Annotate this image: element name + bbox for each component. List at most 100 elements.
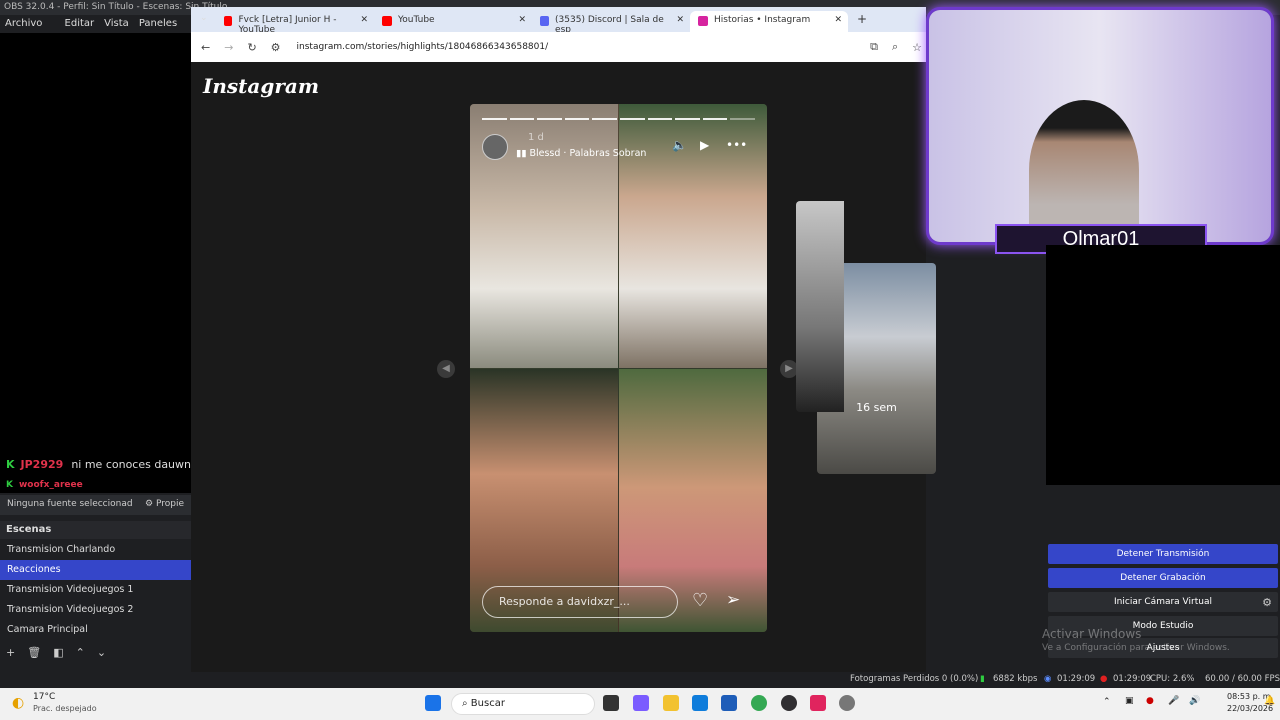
settings-icon[interactable] (839, 695, 855, 711)
tab-instagram[interactable]: Historias • Instagram ✕ (690, 11, 848, 32)
file-explorer-icon[interactable] (663, 695, 679, 711)
heart-icon[interactable]: ♡ (692, 590, 708, 611)
tiktok-icon[interactable] (810, 695, 826, 711)
mute-icon[interactable]: 🔈 (672, 138, 687, 152)
store-icon[interactable] (721, 695, 737, 711)
search-icon: ⌕ (462, 698, 471, 709)
forward-icon[interactable]: → (224, 41, 233, 54)
obs-preview-right (1046, 245, 1280, 485)
scene-toolbar: + 🗑 ◧ ⌃ ⌄ (0, 646, 191, 662)
chrome-icon[interactable] (751, 695, 767, 711)
tab-list-icon[interactable]: ⌄ (200, 13, 208, 23)
scene-item[interactable]: Camara Principal (0, 620, 191, 640)
menu-editar[interactable]: Editar (65, 15, 95, 33)
reload-icon[interactable]: ↻ (247, 41, 256, 54)
instagram-logo[interactable]: Instagram (203, 74, 319, 98)
stream-time: 01:29:09 (1057, 674, 1096, 684)
tab-strip: ⌄ Fvck [Letra] Junior H - YouTube ✕ YouTu… (191, 7, 926, 35)
no-source-label: Ninguna fuente seleccionad (7, 499, 133, 509)
chevron-down-icon[interactable]: ⌄ (97, 646, 106, 662)
obs-preview-left (0, 33, 191, 493)
menu-archivo[interactable]: Archivo (F) (5, 15, 55, 47)
back-icon[interactable]: ← (201, 41, 210, 54)
tab-youtube-song[interactable]: Fvck [Letra] Junior H - YouTube ✕ (216, 11, 374, 35)
address-bar[interactable]: instagram.com/stories/highlights/1804686… (297, 42, 549, 52)
story-viewer[interactable]: 1 d ▮▮ Blessd · Palabras Sobran 🔈 ▶ ••• … (470, 104, 767, 632)
signal-icon: ▮ (980, 674, 985, 684)
close-icon[interactable]: ✕ (518, 15, 526, 25)
volume-icon[interactable]: 🔊 (1189, 696, 1200, 706)
gear-icon[interactable]: ⚙ (1262, 596, 1272, 609)
scene-item-active[interactable]: Reacciones (0, 560, 191, 580)
task-view-icon[interactable] (603, 695, 619, 711)
install-icon[interactable]: ⧉ (870, 40, 878, 54)
streamer-image (1029, 100, 1139, 240)
tab-label: YouTube (398, 15, 435, 25)
chat-username: woofx_areee (18, 480, 83, 490)
trash-icon[interactable]: 🗑 (27, 646, 41, 662)
story-avatar[interactable] (482, 134, 508, 160)
stop-stream-button[interactable]: Detener Transmisión (1048, 544, 1278, 564)
tab-discord[interactable]: (3535) Discord | Sala de esp ✕ (532, 11, 690, 35)
instagram-icon (698, 16, 708, 26)
activate-windows-subtitle: Ve a Configuración para activar Windows. (1042, 643, 1230, 653)
next-story-thumb-partial[interactable] (796, 201, 844, 412)
music-icon: ▮▮ (516, 148, 530, 159)
chat-badge-icon: K (6, 480, 13, 490)
dropped-frames: Fotogramas Perdidos 0 (0.0%) (850, 674, 979, 684)
prev-story-icon[interactable]: ◀ (437, 360, 455, 378)
close-icon[interactable]: ✕ (360, 15, 368, 25)
obs-menu-bar: Archivo (F) Editar Vista Paneles (D) (0, 15, 191, 47)
chevron-up-icon[interactable]: ⌃ (1103, 697, 1111, 707)
search-label: Buscar (470, 698, 505, 709)
scene-item[interactable]: Transmision Videojuegos 2 (0, 600, 191, 620)
weather-desc[interactable]: Prac. despejado (33, 704, 97, 713)
story-time: 1 d (528, 132, 544, 143)
microphone-icon[interactable]: 🎤 (1168, 696, 1179, 706)
bitrate: 6882 kbps (993, 674, 1038, 684)
story-music[interactable]: ▮▮ Blessd · Palabras Sobran (516, 148, 646, 159)
browser-toolbar: ← → ↻ ⚙ instagram.com/stories/highlights… (191, 32, 926, 62)
menu-vista[interactable]: Vista (104, 15, 129, 33)
obs-icon[interactable] (781, 695, 797, 711)
add-icon[interactable]: + (6, 646, 15, 662)
tray-icon[interactable]: ▣ (1125, 696, 1134, 706)
scene-item[interactable]: Transmision Charlando (0, 540, 191, 560)
stream-icon: ◉ (1044, 674, 1052, 684)
chat-username: JP2929 (20, 458, 64, 471)
music-label: Blessd · Palabras Sobran (529, 148, 647, 159)
stop-record-button[interactable]: Detener Grabación (1048, 568, 1278, 588)
close-icon[interactable]: ✕ (676, 15, 684, 25)
send-icon[interactable]: ➢ (726, 590, 740, 610)
chevron-up-icon[interactable]: ⌃ (76, 646, 85, 662)
site-info-icon[interactable]: ⚙ (271, 41, 281, 54)
weather-icon[interactable]: ◐ (12, 695, 24, 711)
windows-start-icon[interactable] (425, 695, 441, 711)
zoom-icon[interactable]: ⌕ (892, 40, 898, 54)
youtube-icon (382, 16, 392, 26)
obs-tray-icon[interactable]: ● (1146, 696, 1154, 706)
close-icon[interactable]: ✕ (834, 15, 842, 25)
menu-paneles[interactable]: Paneles (D) (139, 15, 191, 47)
taskbar-search[interactable]: ⌕ Buscar (451, 693, 595, 715)
fps: 60.00 / 60.00 FPS (1205, 674, 1280, 684)
more-icon[interactable]: ••• (726, 138, 747, 152)
youtube-icon (224, 16, 233, 26)
edge-icon[interactable] (692, 695, 708, 711)
play-icon[interactable]: ▶ (700, 138, 709, 152)
properties-button[interactable]: ⚙ Propie (145, 499, 184, 511)
bookmark-icon[interactable]: ☆ (912, 41, 922, 54)
chat-line: K JP2929 ni me conoces dauwne (6, 458, 198, 472)
virtual-cam-button[interactable]: Iniciar Cámara Virtual (1048, 592, 1278, 612)
weather-temp[interactable]: 17°C (33, 692, 55, 702)
reply-input[interactable]: Responde a davidxzr_... (482, 586, 678, 618)
new-tab-icon[interactable]: + (857, 12, 867, 26)
tab-youtube[interactable]: YouTube ✕ (374, 11, 532, 32)
story-progress (482, 118, 755, 120)
copilot-icon[interactable] (633, 695, 649, 711)
scene-item[interactable]: Transmision Videojuegos 1 (0, 580, 191, 600)
filter-icon[interactable]: ◧ (53, 646, 63, 662)
record-icon: ● (1100, 674, 1108, 684)
notification-icon[interactable]: 🔔 (1264, 696, 1275, 706)
cpu-usage: CPU: 2.6% (1150, 674, 1195, 684)
